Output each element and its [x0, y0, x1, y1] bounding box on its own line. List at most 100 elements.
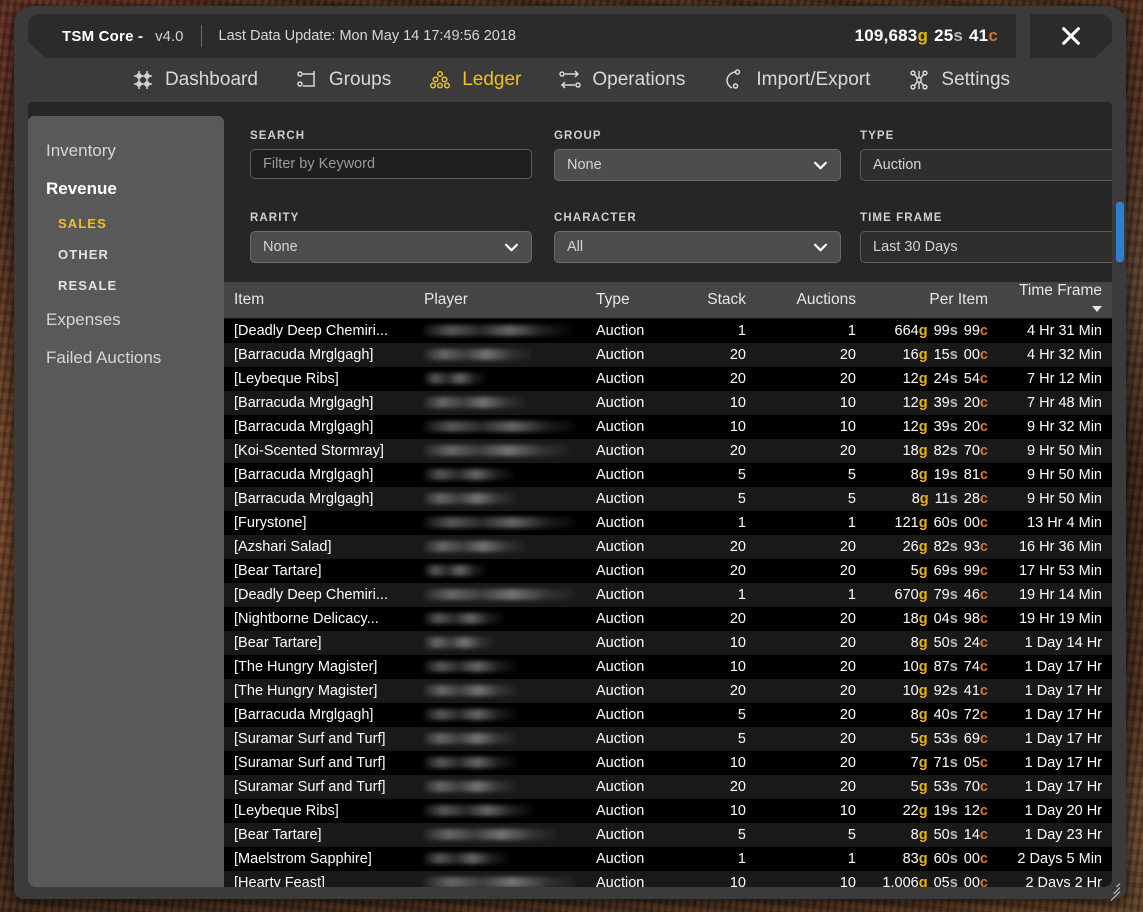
cell-type: Auction — [586, 606, 678, 631]
table-row[interactable]: [Suramar Surf and Turf] Auction 20 20 5g 53s 7… — [224, 774, 1112, 799]
nav-tab-groups[interactable]: Groups — [276, 67, 409, 93]
cell-item: [Maelstrom Sapphire] — [224, 846, 414, 871]
window-scrollbar-thumb[interactable] — [1116, 202, 1124, 262]
per-item-silver: 71 — [933, 754, 950, 771]
column-header-auctions[interactable]: Auctions — [756, 282, 866, 319]
main-navigation: Dashboard Groups Ledger Operations Impor… — [28, 58, 1112, 102]
per-item-gold: 12 — [902, 418, 919, 435]
cell-auctions: 20 — [756, 558, 866, 583]
cell-type: Auction — [586, 462, 678, 487]
table-row[interactable]: [Leybeque Ribs] Auction 20 20 12g 24s 54c 7 Hr … — [224, 366, 1112, 391]
table-row[interactable]: [Bear Tartare] Auction 10 20 8g 50s 24c 1 Day 1… — [224, 630, 1112, 655]
redacted-player-name — [424, 421, 576, 433]
group-select[interactable]: None — [554, 149, 841, 181]
sidebar-item-revenue[interactable]: Revenue — [28, 170, 224, 208]
sidebar-item-sales[interactable]: SALES — [28, 208, 224, 239]
table-row[interactable]: [Suramar Surf and Turf] Auction 5 20 5g 53s 69… — [224, 726, 1112, 751]
redacted-player-name — [424, 877, 576, 887]
gold-unit-icon: g — [918, 394, 928, 411]
rarity-select[interactable]: None — [250, 231, 532, 263]
sidebar-item-resale[interactable]: RESALE — [28, 270, 224, 301]
type-label: TYPE — [860, 130, 895, 142]
table-row[interactable]: [Deadly Deep Chemiri... Auction 1 1 664g 99s 9… — [224, 318, 1112, 343]
table-row[interactable]: [The Hungry Magister] Auction 20 20 10g 92s 41… — [224, 678, 1112, 703]
per-item-silver: 39 — [933, 394, 950, 411]
money-display: 109,683 g 25 s 41 c — [812, 14, 1016, 58]
sidebar-item-expenses[interactable]: Expenses — [28, 301, 224, 339]
search-input[interactable]: Filter by Keyword — [250, 149, 532, 179]
redacted-player-name — [424, 373, 486, 385]
table-row[interactable]: [Koi-Scented Stormray] Auction 20 20 18g 82s 7… — [224, 438, 1112, 463]
silver-unit-icon: s — [949, 778, 958, 795]
table-row[interactable]: [Barracuda Mrglgagh] Auction 10 10 12g 39s 20c… — [224, 390, 1112, 415]
nav-tab-settings[interactable]: Settings — [888, 67, 1028, 93]
table-row[interactable]: [The Hungry Magister] Auction 10 20 10g 87s 74… — [224, 654, 1112, 679]
gold-unit-icon: g — [918, 538, 928, 555]
cell-type: Auction — [586, 534, 678, 559]
nav-tab-label: Settings — [941, 69, 1011, 90]
cell-stack: 5 — [678, 486, 756, 511]
table-row[interactable]: [Suramar Surf and Turf] Auction 10 20 7g 71s 0… — [224, 750, 1112, 775]
silver-unit-icon: s — [949, 538, 958, 555]
table-row[interactable]: [Barracuda Mrglgagh] Auction 10 10 12g 39s 20c… — [224, 414, 1112, 439]
sidebar-item-other[interactable]: OTHER — [28, 239, 224, 270]
column-header-time-frame[interactable]: Time Frame — [998, 282, 1112, 319]
redacted-player-name — [424, 325, 572, 337]
redacted-player-name — [424, 469, 514, 481]
table-row[interactable]: [Barracuda Mrglgagh] Auction 20 20 16g 15s 00c… — [224, 342, 1112, 367]
per-item-silver: 39 — [933, 418, 950, 435]
per-item-copper: 81 — [963, 466, 980, 483]
sidebar-item-failed-auctions[interactable]: Failed Auctions — [28, 339, 224, 377]
cell-stack: 20 — [678, 438, 756, 463]
table-row[interactable]: [Barracuda Mrglgagh] Auction 5 5 8g 19s 81c 9 H… — [224, 462, 1112, 487]
copper-unit-icon: c — [979, 538, 988, 555]
per-item-copper: 00 — [963, 850, 980, 867]
table-row[interactable]: [Bear Tartare] Auction 5 5 8g 50s 14c 1 Day 23 … — [224, 822, 1112, 847]
silver-unit-icon: s — [949, 418, 958, 435]
silver-amount: 25 — [934, 26, 954, 45]
table-row[interactable]: [Azshari Salad] Auction 20 20 26g 82s 93c 16 Hr… — [224, 534, 1112, 559]
table-row[interactable]: [Nightborne Delicacy... Auction 20 20 18g 04s… — [224, 606, 1112, 631]
silver-unit-icon: s — [949, 874, 958, 888]
gold-unit-icon: g — [918, 826, 928, 843]
table-row[interactable]: [Barracuda Mrglgagh] Auction 5 20 8g 40s 72c 1 … — [224, 702, 1112, 727]
resize-grip[interactable] — [1104, 879, 1121, 902]
per-item-copper: 69 — [963, 730, 980, 747]
time-frame-select[interactable]: Last 30 Days — [860, 231, 1112, 263]
cell-auctions: 5 — [756, 486, 866, 511]
cell-player-redacted — [414, 846, 586, 871]
character-label: CHARACTER — [554, 212, 637, 224]
cell-per-item: 22g 19s 12c — [866, 798, 998, 823]
cell-type: Auction — [586, 750, 678, 775]
cell-per-item: 1,006g 05s 00c — [866, 870, 998, 888]
cell-time-frame: 17 Hr 53 Min — [998, 558, 1112, 583]
table-row[interactable]: [Maelstrom Sapphire] Auction 1 1 83g 60s 00c 2 … — [224, 846, 1112, 871]
operations-icon — [559, 70, 582, 89]
table-row[interactable]: [Hearty Feast] Auction 10 10 1,006g 05s 00c 2 D… — [224, 870, 1112, 888]
nav-tab-dashboard[interactable]: Dashboard — [112, 67, 276, 93]
table-row[interactable]: [Bear Tartare] Auction 20 20 5g 69s 99c 17 Hr 5… — [224, 558, 1112, 583]
close-button[interactable] — [1030, 14, 1112, 58]
table-row[interactable]: [Leybeque Ribs] Auction 10 10 22g 19s 12c 1 Day… — [224, 798, 1112, 823]
type-select[interactable]: Auction — [860, 149, 1112, 181]
table-row[interactable]: [Barracuda Mrglgagh] Auction 5 5 8g 11s 28c 9 H… — [224, 486, 1112, 511]
cell-stack: 10 — [678, 654, 756, 679]
column-header-item[interactable]: Item — [224, 282, 414, 319]
cell-type: Auction — [586, 366, 678, 391]
table-row[interactable]: [Deadly Deep Chemiri... Auction 1 1 670g 79s 4… — [224, 582, 1112, 607]
ledger-table-container[interactable]: Item Player Type Stack Auctions Per Item… — [224, 282, 1112, 887]
column-header-per-item[interactable]: Per Item — [866, 282, 998, 319]
nav-tab-ledger[interactable]: Ledger — [409, 67, 539, 93]
copper-unit-icon: c — [979, 682, 988, 699]
gold-unit-icon: g — [918, 730, 928, 747]
column-header-player[interactable]: Player — [414, 282, 586, 319]
sidebar-item-inventory[interactable]: Inventory — [28, 132, 224, 170]
nav-tab-operations[interactable]: Operations — [539, 67, 703, 93]
nav-tab-import-export[interactable]: Import/Export — [703, 67, 888, 93]
per-item-gold: 8 — [910, 634, 919, 651]
column-header-type[interactable]: Type — [586, 282, 678, 319]
table-row[interactable]: [Furystone] Auction 1 1 121g 60s 00c 13 Hr 4 Mi… — [224, 510, 1112, 535]
column-header-stack[interactable]: Stack — [678, 282, 756, 319]
character-select[interactable]: All — [554, 231, 841, 263]
per-item-copper: 00 — [963, 874, 980, 888]
